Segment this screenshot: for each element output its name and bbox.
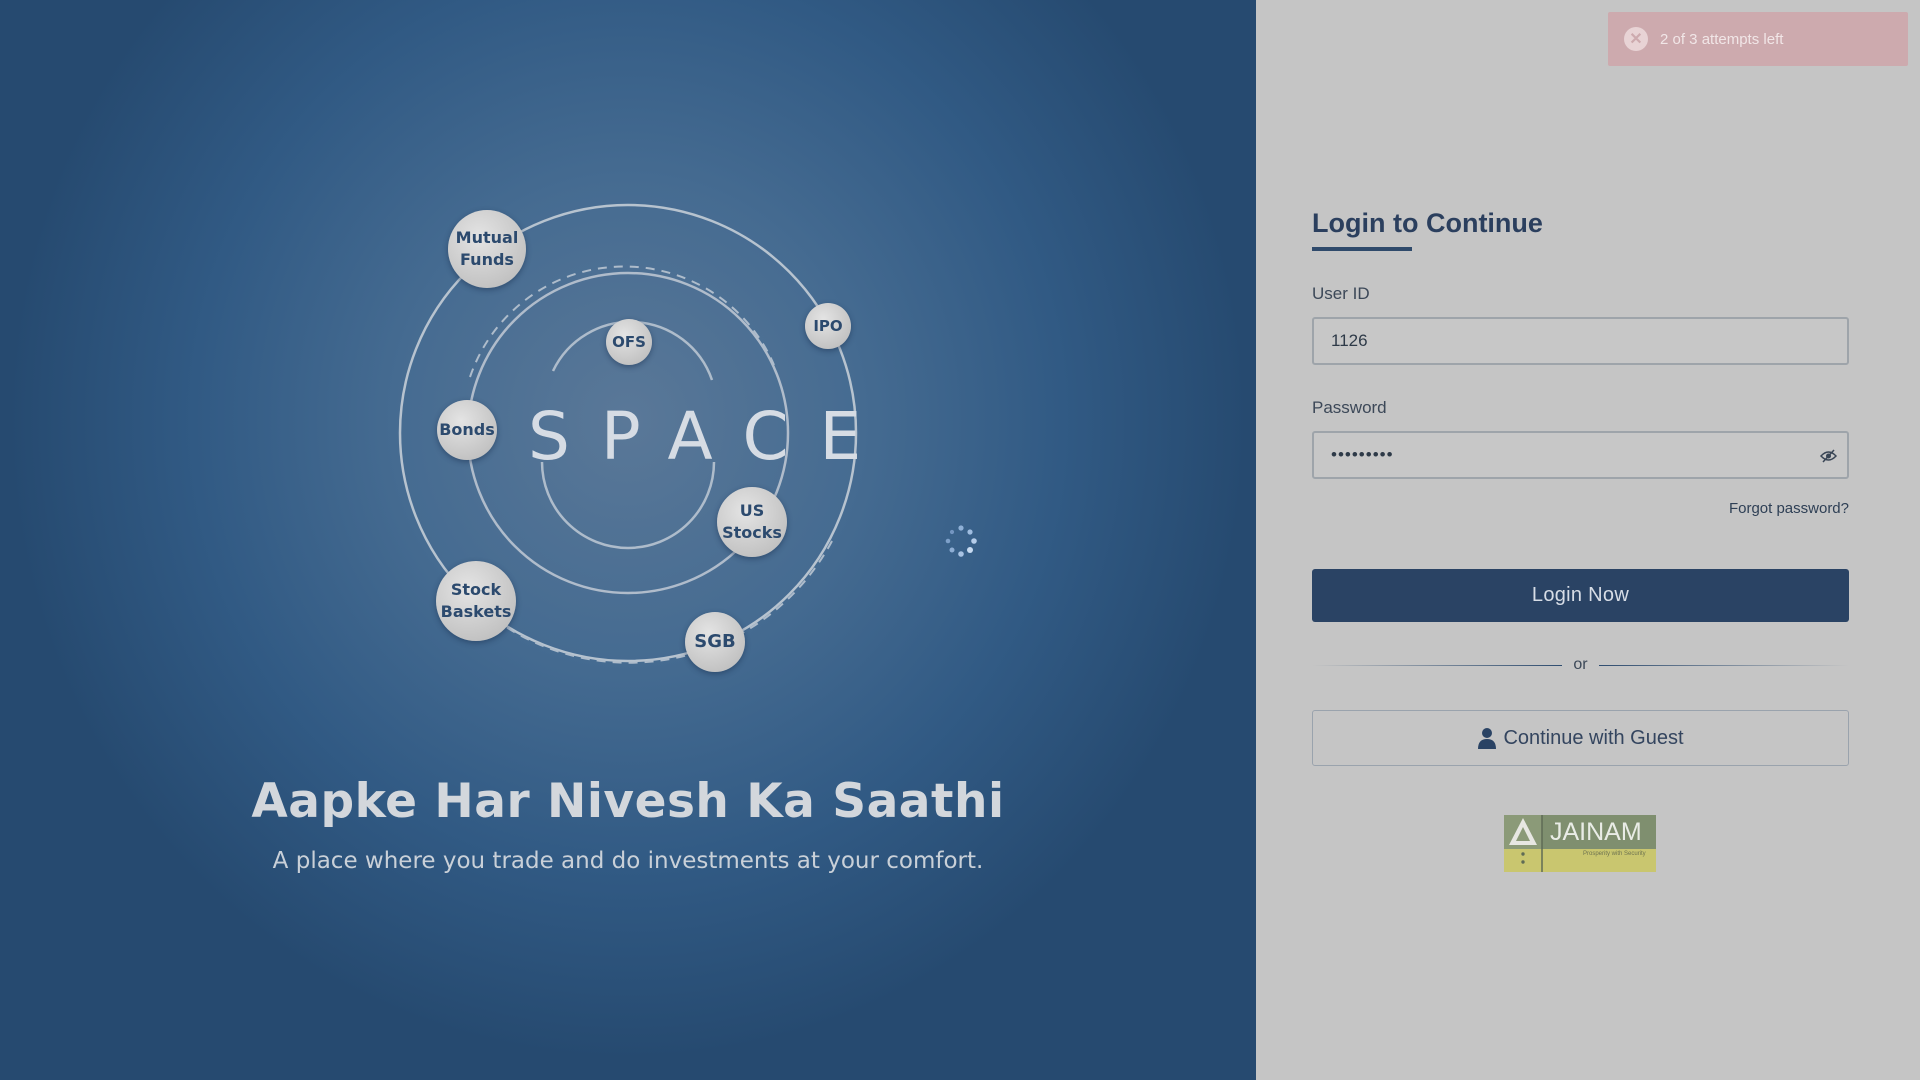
svg-text:Prosperity with Security: Prosperity with Security <box>1583 851 1646 857</box>
planet-us-stocks: US Stocks <box>717 487 787 557</box>
hero-headline: Aapke Har Nivesh Ka Saathi <box>251 774 1005 829</box>
forgot-password-link[interactable]: Forgot password? <box>1729 500 1849 517</box>
login-heading: Login to Continue <box>1312 208 1543 251</box>
planet-ofs: OFS <box>606 319 652 365</box>
password-input[interactable]: ••••••••• <box>1312 431 1849 479</box>
jainam-logo: JAINAM Prosperity with Security <box>1504 815 1656 872</box>
hero-tagline: A place where you trade and do investmen… <box>272 848 984 874</box>
planet-stock-baskets: Stock Baskets <box>436 561 516 641</box>
login-form: Login to Continue User ID 1126 Password … <box>1312 208 1849 908</box>
login-now-button[interactable]: Login Now <box>1312 569 1849 622</box>
or-divider: or <box>1312 656 1849 676</box>
guest-button-label: Continue with Guest <box>1503 726 1684 749</box>
user-id-input[interactable]: 1126 <box>1312 317 1849 365</box>
orbit-graphic <box>398 203 858 664</box>
user-icon <box>1478 728 1497 749</box>
error-toast[interactable]: ✕ 2 of 3 attempts left <box>1608 12 1908 66</box>
page-title: Login to Continue <box>1312 208 1543 238</box>
eye-slash-icon[interactable] <box>1820 449 1837 463</box>
svg-text:JAINAM: JAINAM <box>1550 818 1642 846</box>
space-brand-word: SPACE <box>528 398 893 475</box>
planet-mutual-funds: Mutual Funds <box>448 210 526 288</box>
password-label: Password <box>1312 398 1387 417</box>
loading-spinner-icon <box>945 525 977 557</box>
error-x-icon[interactable]: ✕ <box>1624 27 1648 51</box>
user-id-value: 1126 <box>1331 331 1368 350</box>
hero-panel: Mutual Funds IPO OFS Bonds US Stocks Stock… <box>0 0 1256 1080</box>
title-underline <box>1312 247 1412 251</box>
planet-bonds: Bonds <box>437 400 497 460</box>
user-id-label: User ID <box>1312 284 1370 303</box>
password-value: ••••••••• <box>1331 445 1394 464</box>
planet-ipo: IPO <box>805 303 851 349</box>
continue-guest-button[interactable]: Continue with Guest <box>1312 710 1849 766</box>
toast-message: 2 of 3 attempts left <box>1660 30 1784 48</box>
planet-sgb: SGB <box>685 612 745 672</box>
